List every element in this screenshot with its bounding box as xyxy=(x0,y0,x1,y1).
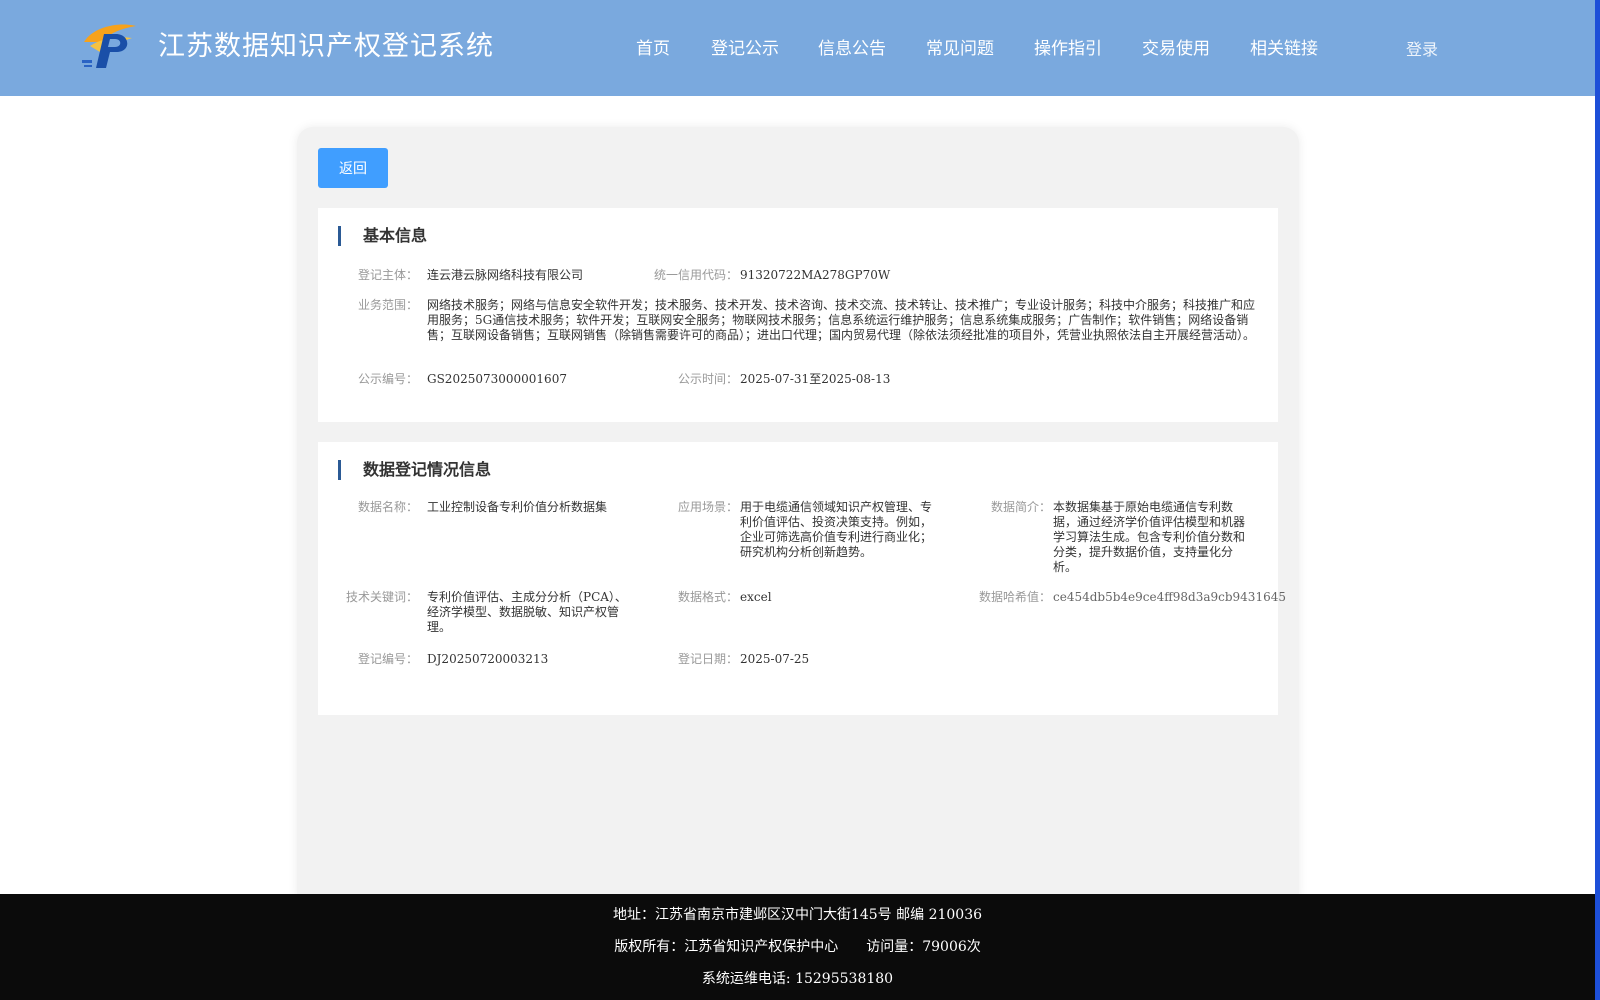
scrollbar-strip xyxy=(1595,0,1600,1000)
site-header: 江苏数据知识产权登记系统 首页 登记公示 信息公告 常见问题 操作指引 交易使用… xyxy=(0,0,1595,96)
footer-address: 地址：江苏省南京市建邺区汉中门大街145号 邮编 210036 xyxy=(612,907,983,923)
site-logo-icon xyxy=(82,24,136,68)
publicity-time-value: 2025-07-31至2025-08-13 xyxy=(740,372,891,386)
nav-related-links[interactable]: 相关链接 xyxy=(1250,34,1318,59)
nav-operation-guide[interactable]: 操作指引 xyxy=(1034,34,1102,59)
publicity-time-label: 公示时间： xyxy=(678,372,739,386)
back-button[interactable]: 返回 xyxy=(318,148,388,188)
nav-home[interactable]: 首页 xyxy=(636,34,670,59)
business-scope-label: 业务范围： xyxy=(358,298,419,312)
business-scope-value: 网络技术服务；网络与信息安全软件开发；技术服务、技术开发、技术咨询、技术交流、技… xyxy=(427,298,1256,342)
basic-info-panel: 基本信息 登记主体： 连云港云脉网络科技有限公司 统一信用代码： 9132072… xyxy=(318,208,1278,422)
field-registration-date: 登记日期： 2025-07-25 xyxy=(318,652,938,668)
credit-code-label: 统一信用代码： xyxy=(654,268,739,282)
site-title: 江苏数据知识产权登记系统 xyxy=(158,31,494,62)
data-registration-panel: 数据登记情况信息 数据名称： 工业控制设备专利价值分析数据集 应用场景： 用于电… xyxy=(318,442,1286,715)
site-footer: 地址：江苏省南京市建邺区汉中门大街145号 邮编 210036 版权所有：江苏省… xyxy=(0,894,1595,1000)
field-data-hash: 数据哈希值： ce454db5b4e9ce4ff98d3a9cb9431645 xyxy=(318,590,1286,606)
footer-phone: 系统运维电话: 15295538180 xyxy=(701,971,894,987)
data-hash-label: 数据哈希值： xyxy=(979,590,1052,604)
detail-card: 返回 基本信息 登记主体： 连云港云脉网络科技有限公司 统一信用代码： 9132… xyxy=(297,127,1299,907)
nav-transaction-use[interactable]: 交易使用 xyxy=(1142,34,1210,59)
data-registration-title: 数据登记情况信息 xyxy=(338,460,491,480)
registration-date-label: 登记日期： xyxy=(678,652,739,666)
nav-faq[interactable]: 常见问题 xyxy=(926,34,994,59)
field-credit-code: 统一信用代码： 91320722MA278GP70W xyxy=(318,268,1278,284)
nav-registration-publicity[interactable]: 登记公示 xyxy=(711,34,779,59)
data-intro-value: 本数据集基于原始电缆通信专利数据，通过经济学价值评估模型和机器学习算法生成。包含… xyxy=(1053,500,1246,574)
login-link[interactable]: 登录 xyxy=(1406,36,1438,60)
credit-code-value: 91320722MA278GP70W xyxy=(740,268,891,282)
field-publicity-time: 公示时间： 2025-07-31至2025-08-13 xyxy=(318,372,1278,388)
field-data-intro: 数据简介： 本数据集基于原始电缆通信专利数据，通过经济学价值评估模型和机器学习算… xyxy=(318,500,1258,580)
data-hash-value: ce454db5b4e9ce4ff98d3a9cb9431645 xyxy=(1053,590,1286,604)
data-intro-label: 数据简介： xyxy=(991,500,1052,514)
registration-date-value: 2025-07-25 xyxy=(740,652,810,666)
field-business-scope: 业务范围： 网络技术服务；网络与信息安全软件开发；技术服务、技术开发、技术咨询、… xyxy=(318,298,1278,360)
basic-info-title: 基本信息 xyxy=(338,226,427,246)
nav-announcements[interactable]: 信息公告 xyxy=(818,34,886,59)
footer-copyright: 版权所有：江苏省知识产权保护中心 访问量：79006次 xyxy=(614,939,981,955)
